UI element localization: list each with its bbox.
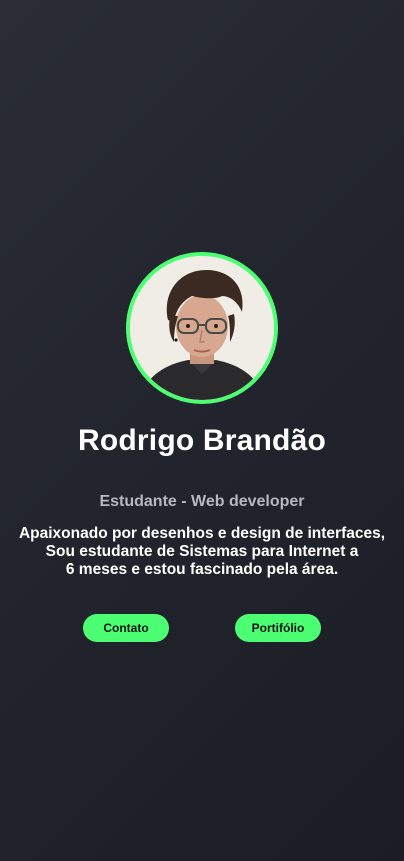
profile-card: Rodrigo Brandão Estudante - Web develope… [0, 252, 404, 642]
bio-line: Apaixonado por desenhos e design de inte… [18, 525, 386, 543]
action-buttons: Contato Portifólio [83, 613, 321, 642]
portfolio-button[interactable]: Portifólio [235, 613, 321, 642]
profile-avatar [126, 252, 278, 404]
profile-role: Estudante - Web developer [99, 493, 305, 511]
profile-bio: Apaixonado por desenhos e design de inte… [12, 525, 392, 579]
contact-button[interactable]: Contato [83, 613, 169, 642]
profile-name: Rodrigo Brandão [78, 424, 326, 457]
bio-line: Sou estudante de Sistemas para Internet … [45, 543, 359, 561]
bio-line: 6 meses e estou fascinado pela área. [65, 561, 339, 579]
profile-photo [130, 256, 274, 400]
